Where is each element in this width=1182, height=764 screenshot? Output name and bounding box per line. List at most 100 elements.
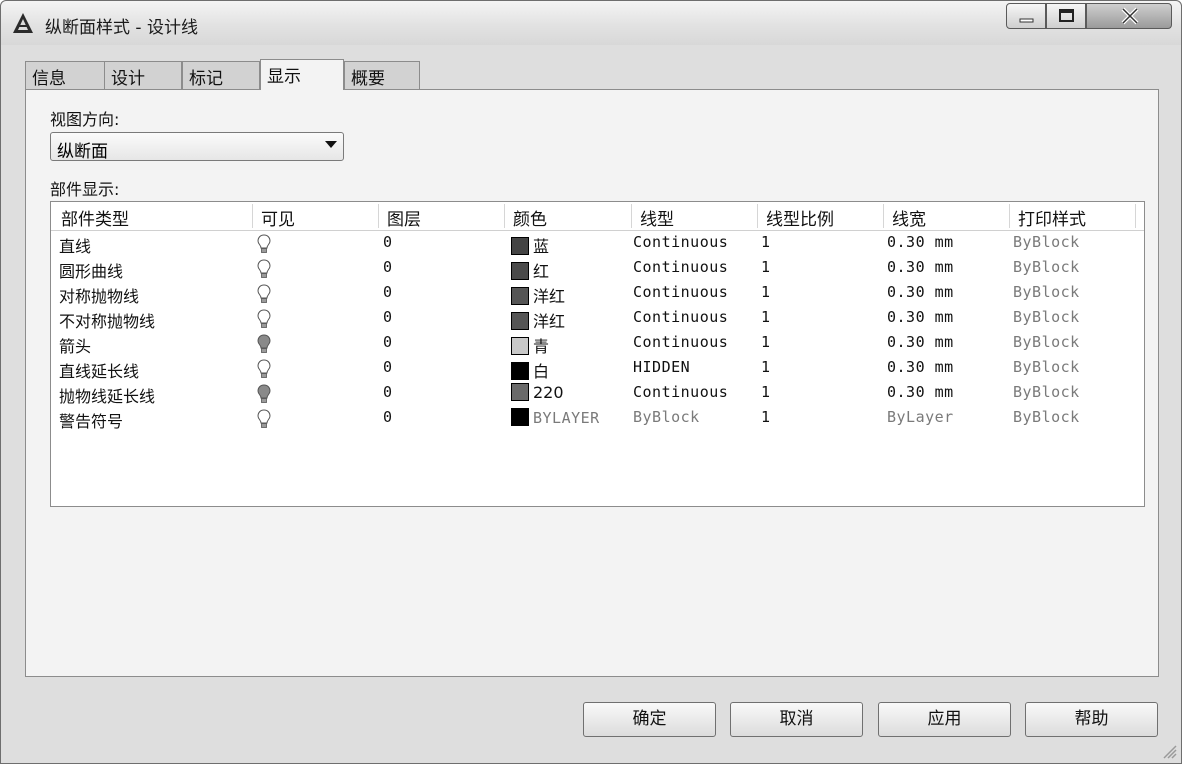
maximize-button[interactable] bbox=[1046, 3, 1086, 29]
linetype-scale-cell[interactable]: 1 bbox=[761, 383, 771, 401]
lightbulb-on-icon[interactable] bbox=[257, 234, 271, 254]
linetype-cell[interactable]: Continuous bbox=[633, 383, 728, 401]
lineweight-cell[interactable]: 0.30 mm bbox=[887, 258, 954, 276]
cancel-button[interactable]: 取消 bbox=[730, 702, 863, 737]
column-divider[interactable] bbox=[252, 204, 253, 228]
table-row[interactable]: 圆形曲线 0 红 Continuous 1 0.30 mm ByBlock bbox=[51, 256, 1144, 281]
tab-design[interactable]: 设计 bbox=[104, 61, 182, 89]
column-divider[interactable] bbox=[1009, 204, 1010, 228]
linetype-cell[interactable]: Continuous bbox=[633, 333, 728, 351]
column-divider[interactable] bbox=[757, 204, 758, 228]
lightbulb-on-icon[interactable] bbox=[257, 259, 271, 279]
lineweight-cell[interactable]: 0.30 mm bbox=[887, 333, 954, 351]
view-direction-select[interactable]: 纵断面 bbox=[50, 132, 344, 162]
column-divider[interactable] bbox=[1135, 204, 1136, 228]
lightbulb-off-icon[interactable] bbox=[257, 384, 271, 404]
color-name: 蓝 bbox=[533, 237, 550, 256]
dialog-window: 纵断面样式 - 设计线 信息 设计 标记 显示 概要 视图方向: 纵断面 部件显… bbox=[0, 0, 1182, 764]
layer-cell[interactable]: 0 bbox=[383, 383, 393, 401]
plot-style-cell[interactable]: ByBlock bbox=[1013, 283, 1080, 301]
lightbulb-on-icon[interactable] bbox=[257, 284, 271, 304]
layer-cell[interactable]: 0 bbox=[383, 358, 393, 376]
lineweight-cell[interactable]: 0.30 mm bbox=[887, 308, 954, 326]
lightbulb-on-icon[interactable] bbox=[257, 409, 271, 429]
linetype-scale-cell[interactable]: 1 bbox=[761, 283, 771, 301]
tab-summary[interactable]: 概要 bbox=[344, 61, 420, 89]
table-row[interactable]: 不对称抛物线 0 洋红 Continuous 1 0.30 mm ByBlock bbox=[51, 306, 1144, 331]
help-button[interactable]: 帮助 bbox=[1025, 702, 1158, 737]
linetype-scale-cell[interactable]: 1 bbox=[761, 258, 771, 276]
tab-info[interactable]: 信息 bbox=[25, 61, 105, 89]
linetype-cell[interactable]: HIDDEN bbox=[633, 358, 690, 376]
plot-style-cell[interactable]: ByBlock bbox=[1013, 308, 1080, 326]
linetype-scale-cell[interactable]: 1 bbox=[761, 408, 771, 426]
column-header[interactable]: 线型比例 bbox=[766, 205, 834, 230]
layer-cell[interactable]: 0 bbox=[383, 283, 393, 301]
display-tab-panel: 视图方向: 纵断面 部件显示: 部件类型 可见 图层 颜色 线型 线型比例 线宽 bbox=[25, 89, 1159, 677]
column-header[interactable]: 颜色 bbox=[513, 205, 547, 230]
resize-grip-icon[interactable] bbox=[1159, 741, 1177, 759]
layer-cell[interactable]: 0 bbox=[383, 333, 393, 351]
linetype-cell[interactable]: Continuous bbox=[633, 283, 728, 301]
lightbulb-off-icon[interactable] bbox=[257, 334, 271, 354]
column-divider[interactable] bbox=[378, 204, 379, 228]
title-bar[interactable]: 纵断面样式 - 设计线 bbox=[1, 1, 1181, 45]
color-cell[interactable]: 洋红 bbox=[511, 308, 565, 332]
color-cell[interactable]: 白 bbox=[511, 358, 549, 382]
column-header[interactable]: 可见 bbox=[261, 205, 295, 230]
color-cell[interactable]: 220 bbox=[511, 383, 564, 402]
column-header[interactable]: 图层 bbox=[387, 205, 421, 230]
plot-style-cell[interactable]: ByBlock bbox=[1013, 408, 1080, 426]
plot-style-cell[interactable]: ByBlock bbox=[1013, 333, 1080, 351]
linetype-cell[interactable]: ByBlock bbox=[633, 408, 700, 426]
column-header[interactable]: 打印样式 bbox=[1018, 205, 1086, 230]
table-row[interactable]: 警告符号 0 BYLAYER ByBlock 1 ByLayer ByBlock bbox=[51, 406, 1144, 431]
linetype-scale-cell[interactable]: 1 bbox=[761, 308, 771, 326]
color-cell[interactable]: 洋红 bbox=[511, 283, 565, 307]
column-divider[interactable] bbox=[883, 204, 884, 228]
layer-cell[interactable]: 0 bbox=[383, 308, 393, 326]
plot-style-cell[interactable]: ByBlock bbox=[1013, 383, 1080, 401]
layer-cell[interactable]: 0 bbox=[383, 408, 393, 426]
table-row[interactable]: 抛物线延长线 0 220 Continuous 1 0.30 mm ByBlock bbox=[51, 381, 1144, 406]
color-cell[interactable]: 红 bbox=[511, 258, 549, 282]
lineweight-cell[interactable]: 0.30 mm bbox=[887, 233, 954, 251]
lineweight-cell[interactable]: 0.30 mm bbox=[887, 358, 954, 376]
column-header[interactable]: 线宽 bbox=[892, 205, 926, 230]
plot-style-cell[interactable]: ByBlock bbox=[1013, 233, 1080, 251]
lightbulb-on-icon[interactable] bbox=[257, 309, 271, 329]
color-cell[interactable]: 蓝 bbox=[511, 233, 549, 257]
view-direction-label: 视图方向: bbox=[50, 110, 120, 129]
layer-cell[interactable]: 0 bbox=[383, 258, 393, 276]
lineweight-cell[interactable]: 0.30 mm bbox=[887, 283, 954, 301]
column-header[interactable]: 部件类型 bbox=[61, 205, 129, 230]
linetype-scale-cell[interactable]: 1 bbox=[761, 233, 771, 251]
color-swatch bbox=[511, 408, 529, 426]
lightbulb-on-icon[interactable] bbox=[257, 359, 271, 379]
close-button[interactable] bbox=[1086, 3, 1172, 29]
linetype-cell[interactable]: Continuous bbox=[633, 308, 728, 326]
table-row[interactable]: 箭头 0 青 Continuous 1 0.30 mm ByBlock bbox=[51, 331, 1144, 356]
plot-style-cell[interactable]: ByBlock bbox=[1013, 258, 1080, 276]
column-divider[interactable] bbox=[631, 204, 632, 228]
lineweight-cell[interactable]: ByLayer bbox=[887, 408, 954, 426]
layer-cell[interactable]: 0 bbox=[383, 233, 393, 251]
color-cell[interactable]: BYLAYER bbox=[511, 408, 600, 427]
table-row[interactable]: 直线延长线 0 白 HIDDEN 1 0.30 mm ByBlock bbox=[51, 356, 1144, 381]
plot-style-cell[interactable]: ByBlock bbox=[1013, 358, 1080, 376]
column-header[interactable]: 线型 bbox=[640, 205, 674, 230]
tab-display[interactable]: 显示 bbox=[260, 59, 344, 90]
linetype-cell[interactable]: Continuous bbox=[633, 233, 728, 251]
table-row[interactable]: 对称抛物线 0 洋红 Continuous 1 0.30 mm ByBlock bbox=[51, 281, 1144, 306]
tab-markers[interactable]: 标记 bbox=[182, 61, 260, 89]
lineweight-cell[interactable]: 0.30 mm bbox=[887, 383, 954, 401]
table-row[interactable]: 直线 0 蓝 Continuous 1 0.30 mm ByBlock bbox=[51, 231, 1144, 256]
ok-button[interactable]: 确定 bbox=[583, 702, 716, 737]
column-divider[interactable] bbox=[504, 204, 505, 228]
minimize-button[interactable] bbox=[1006, 3, 1046, 29]
linetype-scale-cell[interactable]: 1 bbox=[761, 358, 771, 376]
linetype-scale-cell[interactable]: 1 bbox=[761, 333, 771, 351]
apply-button[interactable]: 应用 bbox=[878, 702, 1011, 737]
linetype-cell[interactable]: Continuous bbox=[633, 258, 728, 276]
color-cell[interactable]: 青 bbox=[511, 333, 549, 357]
